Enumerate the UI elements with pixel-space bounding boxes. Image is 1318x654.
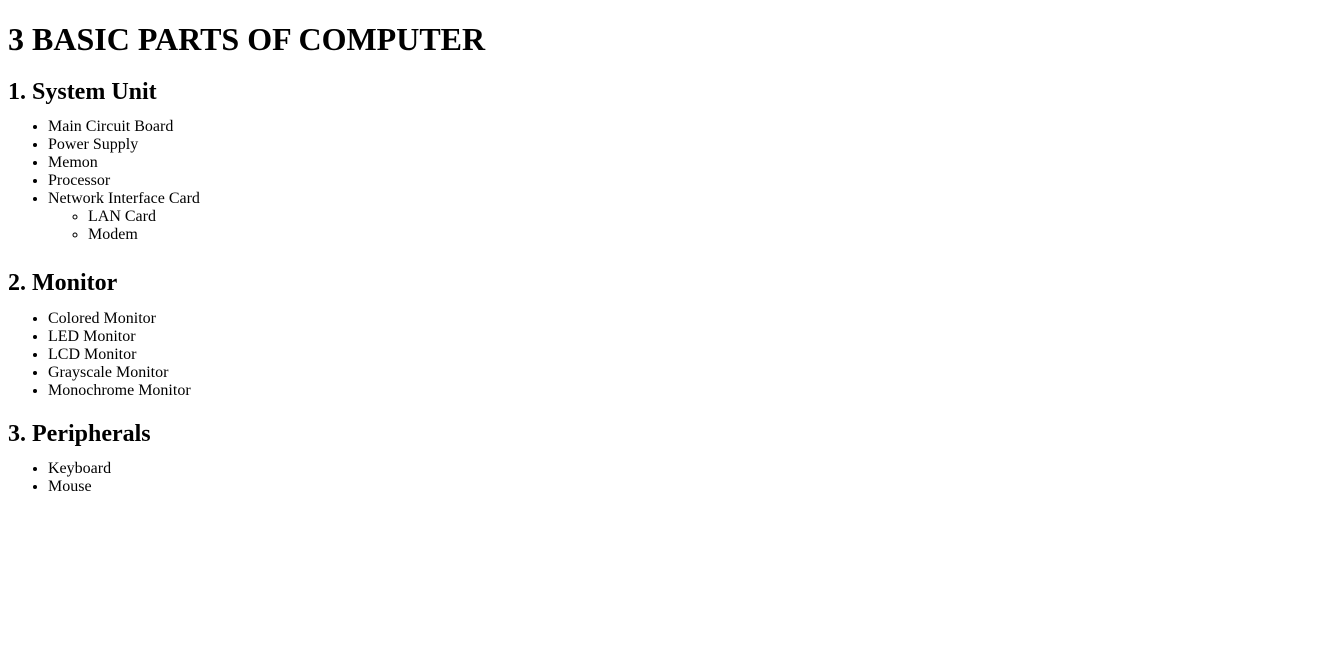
list-item: Colored Monitor: [48, 310, 1310, 328]
list-item: LCD Monitor: [48, 346, 1310, 364]
sublist-item: LAN Card: [88, 208, 1310, 226]
section-heading-monitor: 2. Monitor: [8, 270, 118, 296]
document-page: 3 BASIC PARTS OF COMPUTER 1. System Unit…: [0, 21, 1318, 654]
monitor-list: Colored Monitor LED Monitor LCD Monitor …: [8, 310, 1310, 400]
list-item-label: Network Interface Card: [48, 190, 200, 207]
network-interface-card-sublist: LAN Card Modem: [48, 208, 1310, 244]
list-item: Memon: [48, 154, 1310, 172]
page-title: 3 BASIC PARTS OF COMPUTER: [8, 21, 486, 57]
list-item: LED Monitor: [48, 328, 1310, 346]
list-item: Processor: [48, 172, 1310, 190]
list-item: Power Supply: [48, 136, 1310, 154]
list-item: Grayscale Monitor: [48, 364, 1310, 382]
list-item: Keyboard: [48, 460, 1310, 478]
peripherals-list: Keyboard Mouse: [8, 460, 1310, 496]
list-item-network-interface-card: Network Interface Card LAN Card Modem: [48, 190, 1310, 244]
sublist-item: Modem: [88, 226, 1310, 244]
system-unit-list: Main Circuit Board Power Supply Memon Pr…: [8, 118, 1310, 244]
list-item: Main Circuit Board: [48, 118, 1310, 136]
section-heading-peripherals: 3. Peripherals: [8, 421, 151, 447]
list-item: Monochrome Monitor: [48, 382, 1310, 400]
section-heading-system-unit: 1. System Unit: [8, 79, 157, 105]
list-item: Mouse: [48, 478, 1310, 496]
